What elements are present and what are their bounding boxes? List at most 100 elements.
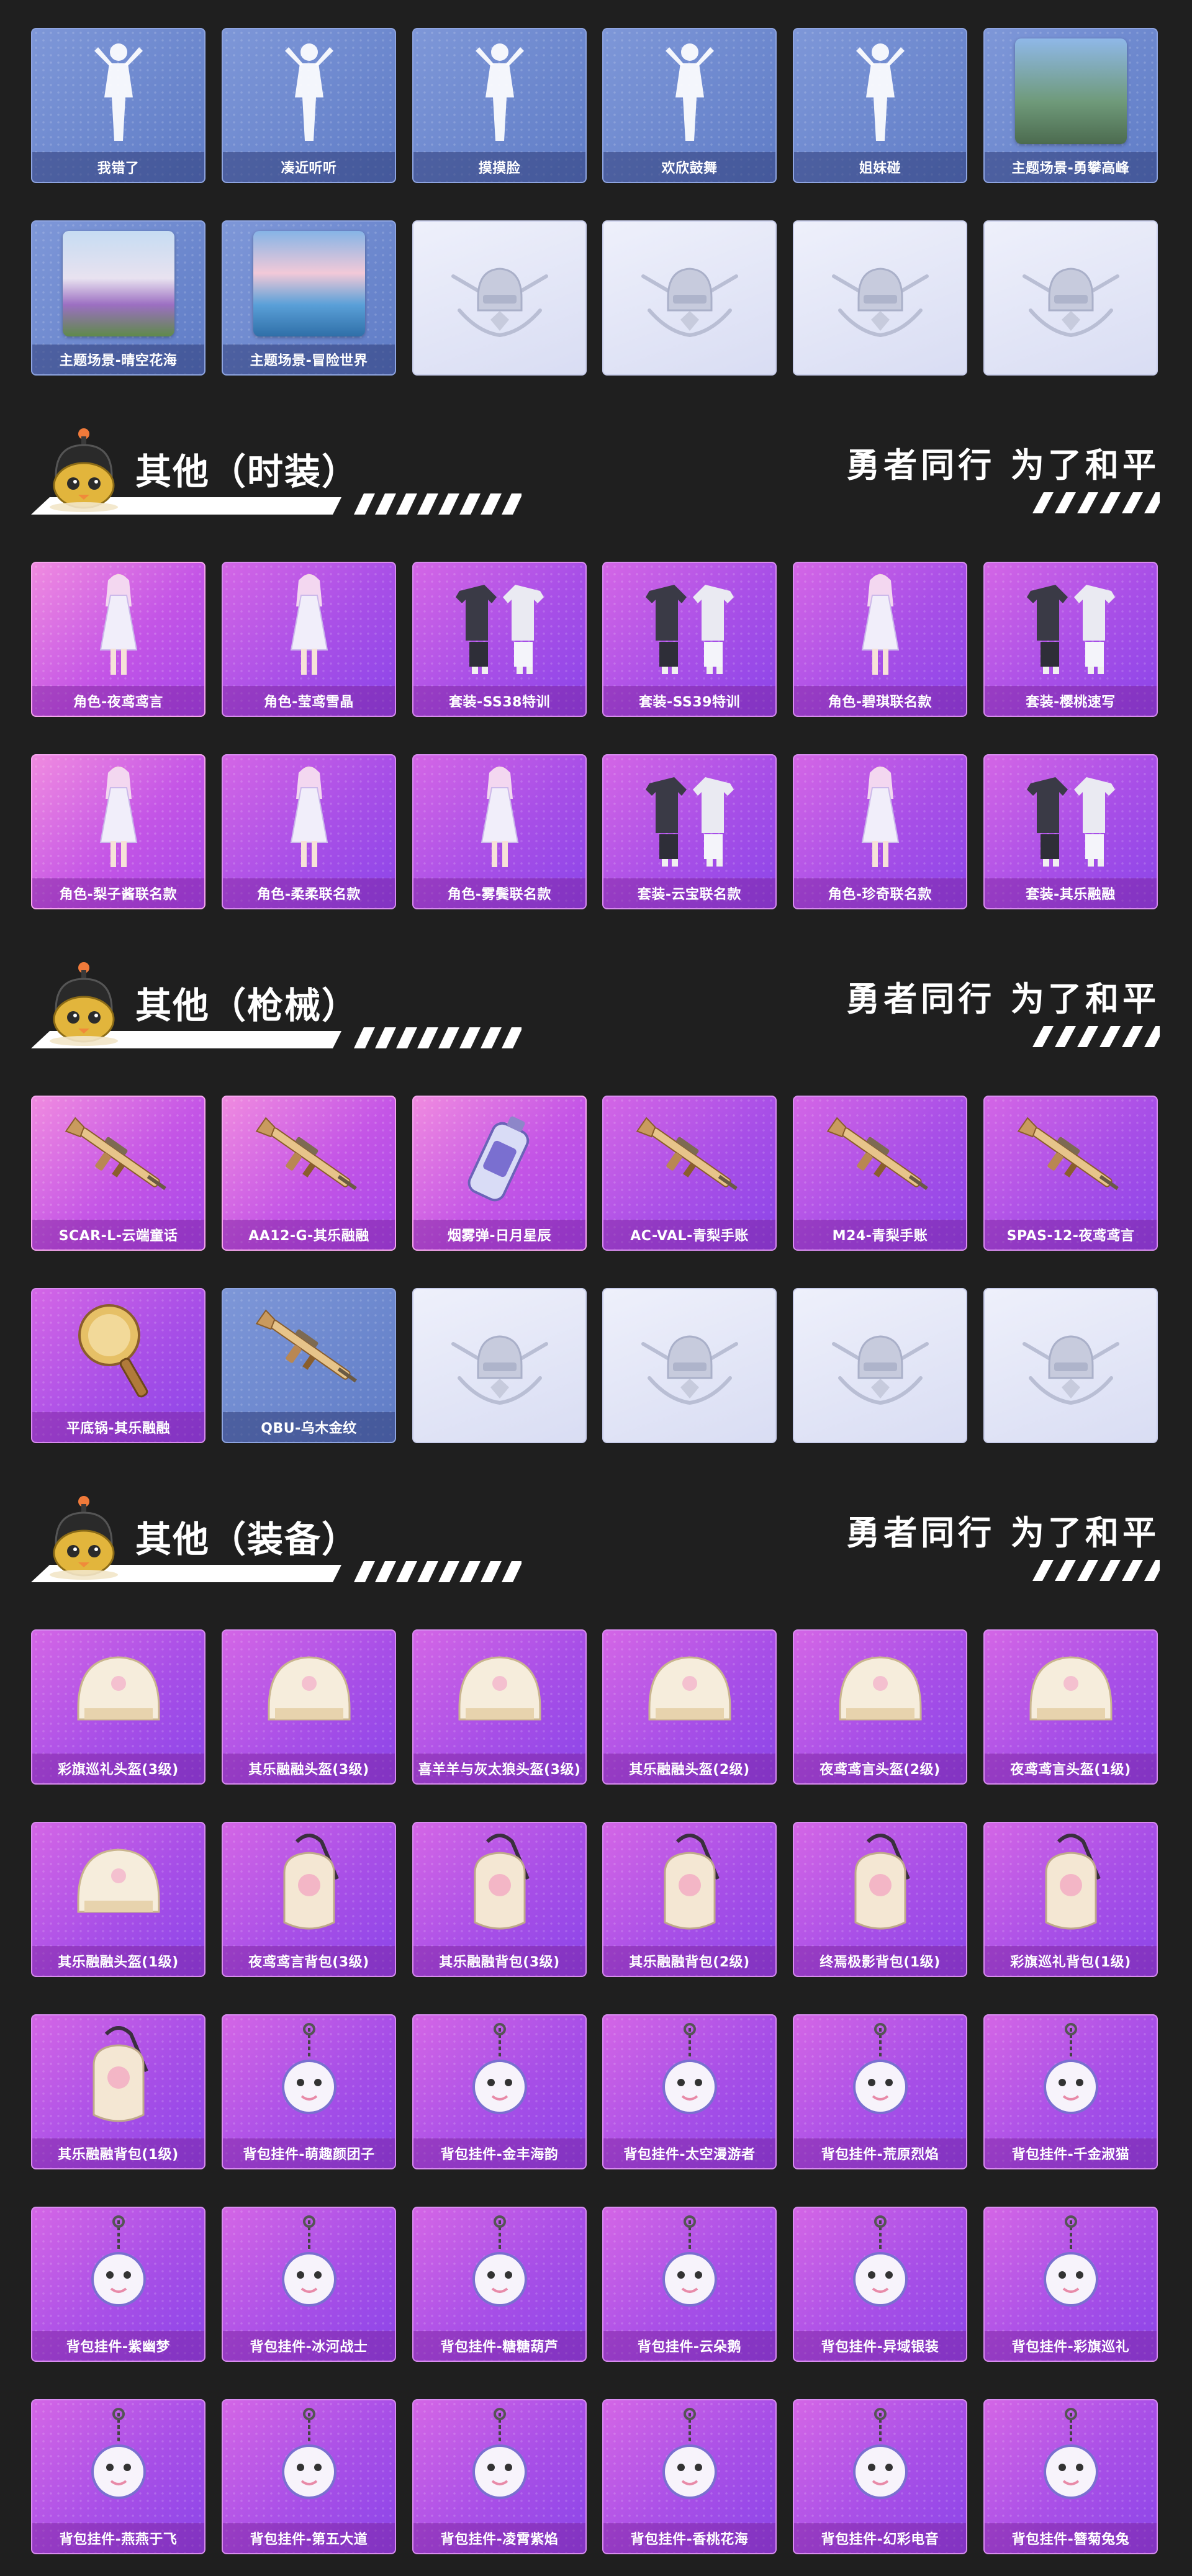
item-card[interactable]: SCAR-L-云端童话: [31, 1096, 205, 1251]
item-card[interactable]: 摸摸脸: [412, 28, 587, 183]
item-label: 背包挂件-糖糖葫芦: [413, 2331, 585, 2361]
item-card[interactable]: 凑近听听: [222, 28, 396, 183]
item-card[interactable]: 背包挂件-凌霄紫焰: [412, 2399, 587, 2554]
emote-pose-icon: [603, 29, 775, 153]
item-card[interactable]: 彩旗巡礼头盔(3级): [31, 1629, 205, 1785]
item-card[interactable]: M24-青梨手账: [793, 1096, 967, 1251]
item-label: 角色-莹鸢雪晶: [223, 686, 395, 716]
bag-charm-icon: [603, 2015, 775, 2140]
item-card[interactable]: 烟雾弹-日月星辰: [412, 1096, 587, 1251]
item-card[interactable]: 其乐融融头盔(1级): [31, 1822, 205, 1977]
item-card[interactable]: 背包挂件-冰河战士: [222, 2207, 396, 2362]
item-card[interactable]: 角色-珍奇联名款: [793, 754, 967, 909]
emote-pose-icon: [32, 29, 204, 153]
item-label: 背包挂件-太空漫游者: [603, 2138, 775, 2168]
item-card[interactable]: 角色-柔柔联名款: [222, 754, 396, 909]
outfit-set-icon: [603, 755, 775, 880]
item-card[interactable]: 套装-SS38特训: [412, 562, 587, 717]
item-label: 背包挂件-紫幽梦: [32, 2331, 204, 2361]
item-card[interactable]: 套装-SS39特训: [602, 562, 777, 717]
empty-item-card: [602, 1288, 777, 1443]
item-card[interactable]: 背包挂件-彩旗巡礼: [983, 2207, 1158, 2362]
sniper-skin-icon: [794, 1097, 966, 1221]
item-card[interactable]: 背包挂件-幻彩电音: [793, 2399, 967, 2554]
item-card[interactable]: 背包挂件-第五大道: [222, 2399, 396, 2554]
item-card[interactable]: 背包挂件-异域银装: [793, 2207, 967, 2362]
item-label: AA12-G-其乐融融: [223, 1220, 395, 1250]
item-card[interactable]: 其乐融融头盔(2级): [602, 1629, 777, 1785]
item-card[interactable]: QBU-乌木金纹: [222, 1288, 396, 1443]
item-card[interactable]: 我错了: [31, 28, 205, 183]
item-label: 背包挂件-千金淑猫: [985, 2138, 1157, 2168]
item-card[interactable]: 背包挂件-金丰海韵: [412, 2014, 587, 2169]
item-label: 套装-云宝联名款: [603, 878, 775, 908]
item-card[interactable]: 背包挂件-紫幽梦: [31, 2207, 205, 2362]
item-card[interactable]: 角色-雾鬓联名款: [412, 754, 587, 909]
bag-charm-icon: [413, 2400, 585, 2524]
item-card[interactable]: 夜鸢鸢言头盔(1级): [983, 1629, 1158, 1785]
item-card[interactable]: 其乐融融背包(1级): [31, 2014, 205, 2169]
backpack-icon: [32, 2015, 204, 2140]
item-label: 我错了: [32, 152, 204, 182]
item-card[interactable]: 其乐融融头盔(3级): [222, 1629, 396, 1785]
item-label: 背包挂件-冰河战士: [223, 2331, 395, 2361]
item-card[interactable]: 其乐融融背包(2级): [602, 1822, 777, 1977]
empty-item-card: [412, 1288, 587, 1443]
item-card[interactable]: 背包挂件-糖糖葫芦: [412, 2207, 587, 2362]
bag-charm-icon: [603, 2400, 775, 2524]
item-card[interactable]: 套装-其乐融融: [983, 754, 1158, 909]
item-card[interactable]: 套装-樱桃速写: [983, 562, 1158, 717]
item-card[interactable]: 夜鸢鸢言背包(3级): [222, 1822, 396, 1977]
item-label: 套装-SS39特训: [603, 686, 775, 716]
item-label: 摸摸脸: [413, 152, 585, 182]
item-label: 其乐融融背包(2级): [603, 1946, 775, 1976]
item-card[interactable]: 背包挂件-千金淑猫: [983, 2014, 1158, 2169]
item-label: 其乐融融背包(1级): [32, 2138, 204, 2168]
bag-charm-icon: [32, 2400, 204, 2524]
character-outfit-icon: [32, 755, 204, 880]
section-slogan: 勇者同行 为了和平: [846, 446, 1160, 485]
mascot-helmet-icon: [43, 426, 124, 513]
helmet-icon: [223, 1631, 395, 1755]
item-card[interactable]: 主题场景-冒险世界: [222, 220, 396, 376]
item-card[interactable]: 背包挂件-云朵鹅: [602, 2207, 777, 2362]
item-card[interactable]: 背包挂件-萌趣颜团子: [222, 2014, 396, 2169]
shotgun-skin-icon: [223, 1097, 395, 1221]
item-card[interactable]: 背包挂件-太空漫游者: [602, 2014, 777, 2169]
item-card[interactable]: 套装-云宝联名款: [602, 754, 777, 909]
item-label: 喜羊羊与灰太狼头盔(3级): [413, 1754, 585, 1783]
item-card[interactable]: 姐妹碰: [793, 28, 967, 183]
item-card[interactable]: 彩旗巡礼背包(1级): [983, 1822, 1158, 1977]
item-label: 套装-其乐融融: [985, 878, 1157, 908]
item-label: 背包挂件-云朵鹅: [603, 2331, 775, 2361]
item-card[interactable]: 角色-夜鸢鸢言: [31, 562, 205, 717]
item-card[interactable]: AC-VAL-青梨手账: [602, 1096, 777, 1251]
item-label: 其乐融融头盔(2级): [603, 1754, 775, 1783]
emote-pose-icon: [223, 29, 395, 153]
item-card[interactable]: 角色-梨子酱联名款: [31, 754, 205, 909]
item-card[interactable]: 其乐融融背包(3级): [412, 1822, 587, 1977]
item-card[interactable]: 背包挂件-荒原烈焰: [793, 2014, 967, 2169]
item-label: 背包挂件-第五大道: [223, 2523, 395, 2553]
section-slogan: 勇者同行 为了和平: [846, 980, 1160, 1019]
item-card[interactable]: SPAS-12-夜鸢鸢言: [983, 1096, 1158, 1251]
item-card[interactable]: 角色-碧琪联名款: [793, 562, 967, 717]
placeholder-emblem-icon: [603, 1289, 775, 1442]
item-card[interactable]: 欢欣鼓舞: [602, 28, 777, 183]
helmet-icon: [985, 1631, 1157, 1755]
item-card[interactable]: 主题场景-勇攀高峰: [983, 28, 1158, 183]
item-label: 角色-夜鸢鸢言: [32, 686, 204, 716]
item-card[interactable]: AA12-G-其乐融融: [222, 1096, 396, 1251]
bag-charm-icon: [223, 2208, 395, 2332]
item-card[interactable]: 喜羊羊与灰太狼头盔(3级): [412, 1629, 587, 1785]
item-card[interactable]: 夜鸢鸢言头盔(2级): [793, 1629, 967, 1785]
backpack-icon: [603, 1823, 775, 1947]
item-card[interactable]: 终焉极影背包(1级): [793, 1822, 967, 1977]
item-label: 背包挂件-彩旗巡礼: [985, 2331, 1157, 2361]
item-card[interactable]: 背包挂件-燕燕于飞: [31, 2399, 205, 2554]
item-card[interactable]: 平底锅-其乐融融: [31, 1288, 205, 1443]
item-card[interactable]: 角色-莹鸢雪晶: [222, 562, 396, 717]
item-card[interactable]: 背包挂件-簪菊兔兔: [983, 2399, 1158, 2554]
item-card[interactable]: 主题场景-晴空花海: [31, 220, 205, 376]
item-card[interactable]: 背包挂件-香桃花海: [602, 2399, 777, 2554]
